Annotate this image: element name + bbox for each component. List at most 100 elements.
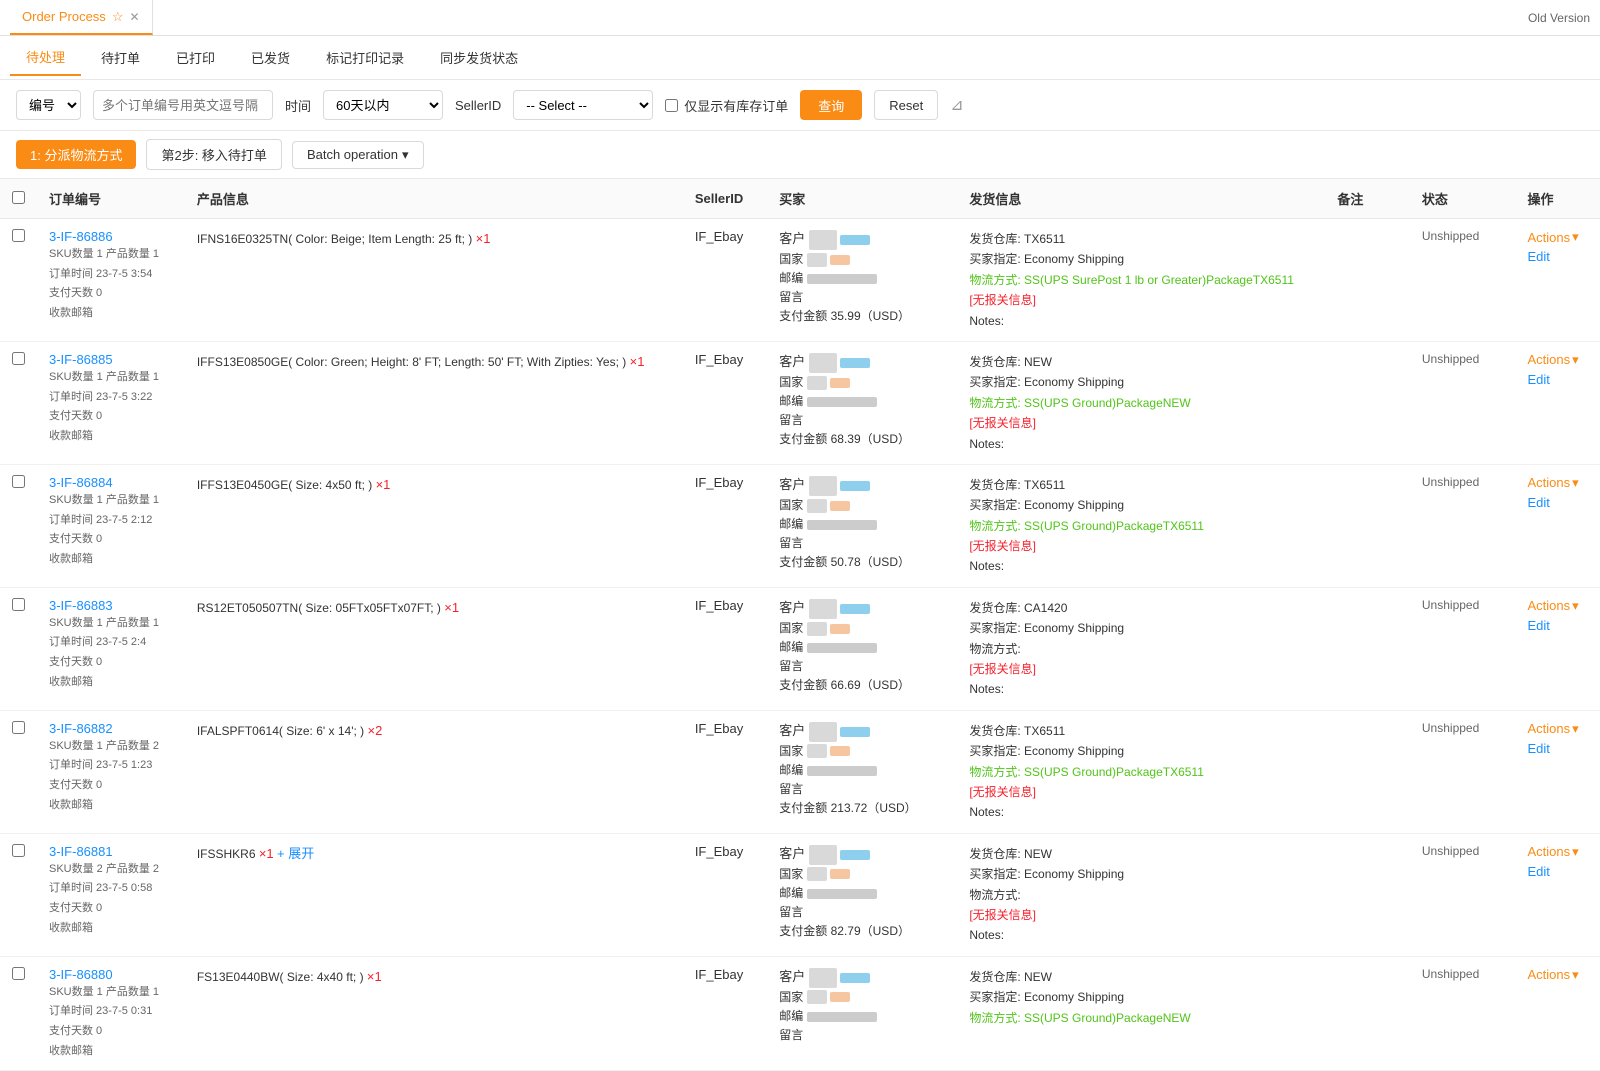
order-id-cell: 3-IF-86884 SKU数量 1 产品数量 1 订单时间 23-7-5 2:… [37, 464, 185, 587]
actions-label: Actions [1527, 598, 1570, 613]
order-id-link[interactable]: 3-IF-86883 [49, 598, 173, 613]
select-all-checkbox[interactable] [12, 191, 25, 204]
actions-button[interactable]: Actions ▾ [1527, 844, 1578, 860]
tab-printed[interactable]: 已打印 [160, 40, 231, 75]
product-quantity: ×2 [367, 723, 382, 738]
edit-button[interactable]: Edit [1527, 864, 1549, 879]
actions-button[interactable]: Actions ▾ [1527, 352, 1578, 368]
edit-button[interactable]: Edit [1527, 618, 1549, 633]
status-cell: Unshipped [1410, 464, 1516, 587]
note-cell [1325, 341, 1409, 464]
step1-button[interactable]: 1: 分派物流方式 [16, 140, 136, 169]
order-id-link[interactable]: 3-IF-86880 [49, 967, 173, 982]
buyer-remark: 留言 [779, 903, 945, 922]
stock-only-checkbox[interactable] [665, 99, 678, 112]
actions-label: Actions [1527, 844, 1570, 859]
order-time: 订单时间 23-7-5 3:22 [49, 389, 173, 407]
note-cell [1325, 710, 1409, 833]
actions-button[interactable]: Actions ▾ [1527, 721, 1578, 737]
reset-button[interactable]: Reset [874, 90, 938, 120]
actions-button[interactable]: Actions ▾ [1527, 598, 1578, 614]
buyer-label: 客户 [779, 600, 809, 615]
stock-only-checkbox-label[interactable]: 仅显示有库存订单 [665, 96, 788, 115]
order-id-cell: 3-IF-86886 SKU数量 1 产品数量 1 订单时间 23-7-5 3:… [37, 219, 185, 342]
app-tab[interactable]: Order Process ☆ ✕ [10, 0, 153, 35]
expand-link[interactable]: + 展开 [277, 846, 314, 861]
order-id-link[interactable]: 3-IF-86885 [49, 352, 173, 367]
buyer-info: 客户 [779, 967, 945, 988]
order-id-cell: 3-IF-86881 SKU数量 2 产品数量 2 订单时间 23-7-5 0:… [37, 833, 185, 956]
tab-star-icon[interactable]: ☆ [112, 9, 124, 25]
product-quantity: ×1 [367, 969, 382, 984]
batch-operation-button[interactable]: Batch operation ▾ [292, 141, 424, 169]
row-checkbox[interactable] [12, 598, 25, 611]
actions-label: Actions [1527, 352, 1570, 367]
note-cell [1325, 464, 1409, 587]
col-buyer: 买家 [767, 179, 957, 219]
edit-button[interactable]: Edit [1527, 372, 1549, 387]
order-number-input[interactable] [93, 90, 273, 120]
ship-buyer-specified: 买家指定: Economy Shipping [969, 249, 1313, 269]
order-type-select[interactable]: 编号 [16, 90, 81, 120]
row-checkbox[interactable] [12, 721, 25, 734]
tab-close-icon[interactable]: ✕ [129, 10, 139, 24]
actions-buttons: Actions ▾ Edit [1527, 598, 1588, 633]
edit-button[interactable]: Edit [1527, 741, 1549, 756]
row-checkbox[interactable] [12, 475, 25, 488]
status-cell: Unshipped [1410, 833, 1516, 956]
actions-button[interactable]: Actions ▾ [1527, 475, 1578, 491]
country-flag [807, 253, 827, 267]
table-row: 3-IF-86885 SKU数量 1 产品数量 1 订单时间 23-7-5 3:… [0, 341, 1600, 464]
action-row: 1: 分派物流方式 第2步: 移入待打单 Batch operation ▾ [0, 131, 1600, 179]
actions-button[interactable]: Actions ▾ [1527, 229, 1578, 245]
order-email: 收款邮箱 [49, 797, 173, 815]
col-order-id: 订单编号 [37, 179, 185, 219]
seller-id-cell: IF_Ebay [683, 956, 767, 1070]
tab-pending[interactable]: 待处理 [10, 39, 81, 76]
actions-buttons: Actions ▾ Edit [1527, 475, 1588, 510]
ship-buyer-specified: 买家指定: Economy Shipping [969, 864, 1313, 884]
order-id-link[interactable]: 3-IF-86881 [49, 844, 173, 859]
order-id-link[interactable]: 3-IF-86882 [49, 721, 173, 736]
buyer-color2 [830, 746, 850, 756]
row-checkbox-cell [0, 710, 37, 833]
row-checkbox[interactable] [12, 967, 25, 980]
step2-button[interactable]: 第2步: 移入待打单 [146, 139, 281, 170]
buyer-color-block1 [840, 235, 870, 245]
row-checkbox[interactable] [12, 352, 25, 365]
seller-id-cell: IF_Ebay [683, 833, 767, 956]
order-pay-days: 支付天数 0 [49, 408, 173, 426]
tab-mark-print[interactable]: 标记打印记录 [310, 40, 420, 75]
time-select[interactable]: 60天以内 30天以内 90天以内 [323, 90, 443, 120]
buyer-color2 [830, 501, 850, 511]
tab-print-pending[interactable]: 待打单 [85, 40, 156, 75]
buyer-cell: 客户 国家 邮编 留言 支付金额 82.79（USD） [767, 833, 957, 956]
order-sku: SKU数量 1 产品数量 1 [49, 615, 173, 633]
seller-id-select[interactable]: -- Select -- [513, 90, 653, 120]
actions-button[interactable]: Actions ▾ [1527, 967, 1578, 983]
edit-button[interactable]: Edit [1527, 495, 1549, 510]
buyer-remark: 留言 [779, 780, 945, 799]
filter-icon[interactable]: ⊿ [950, 95, 963, 115]
shipping-cell: 发货仓库: TX6511 买家指定: Economy Shipping 物流方式… [957, 464, 1325, 587]
buyer-cell: 客户 国家 邮编 留言 支付金额 213.72（USD） [767, 710, 957, 833]
seller-id-value: IF_Ebay [695, 475, 743, 490]
tab-sync-status[interactable]: 同步发货状态 [424, 40, 534, 75]
buyer-remark: 留言 [779, 288, 945, 307]
row-checkbox[interactable] [12, 844, 25, 857]
order-id-link[interactable]: 3-IF-86884 [49, 475, 173, 490]
search-button[interactable]: 查询 [800, 90, 862, 120]
edit-button[interactable]: Edit [1527, 249, 1549, 264]
seller-id-cell: IF_Ebay [683, 341, 767, 464]
ship-buyer-specified: 买家指定: Economy Shipping [969, 495, 1313, 515]
ship-notes: Notes: [969, 556, 1313, 576]
shipping-cell: 发货仓库: TX6511 买家指定: Economy Shipping 物流方式… [957, 710, 1325, 833]
batch-dropdown-icon: ▾ [402, 147, 409, 163]
shipping-cell: 发货仓库: NEW 买家指定: Economy Shipping 物流方式: S… [957, 341, 1325, 464]
order-time: 订单时间 23-7-5 0:31 [49, 1003, 173, 1021]
tab-shipped[interactable]: 已发货 [235, 40, 306, 75]
row-checkbox[interactable] [12, 229, 25, 242]
order-id-link[interactable]: 3-IF-86886 [49, 229, 173, 244]
table-header-row: 订单编号 产品信息 SellerID 买家 发货信息 备注 状态 操作 [0, 179, 1600, 219]
order-id-cell: 3-IF-86885 SKU数量 1 产品数量 1 订单时间 23-7-5 3:… [37, 341, 185, 464]
